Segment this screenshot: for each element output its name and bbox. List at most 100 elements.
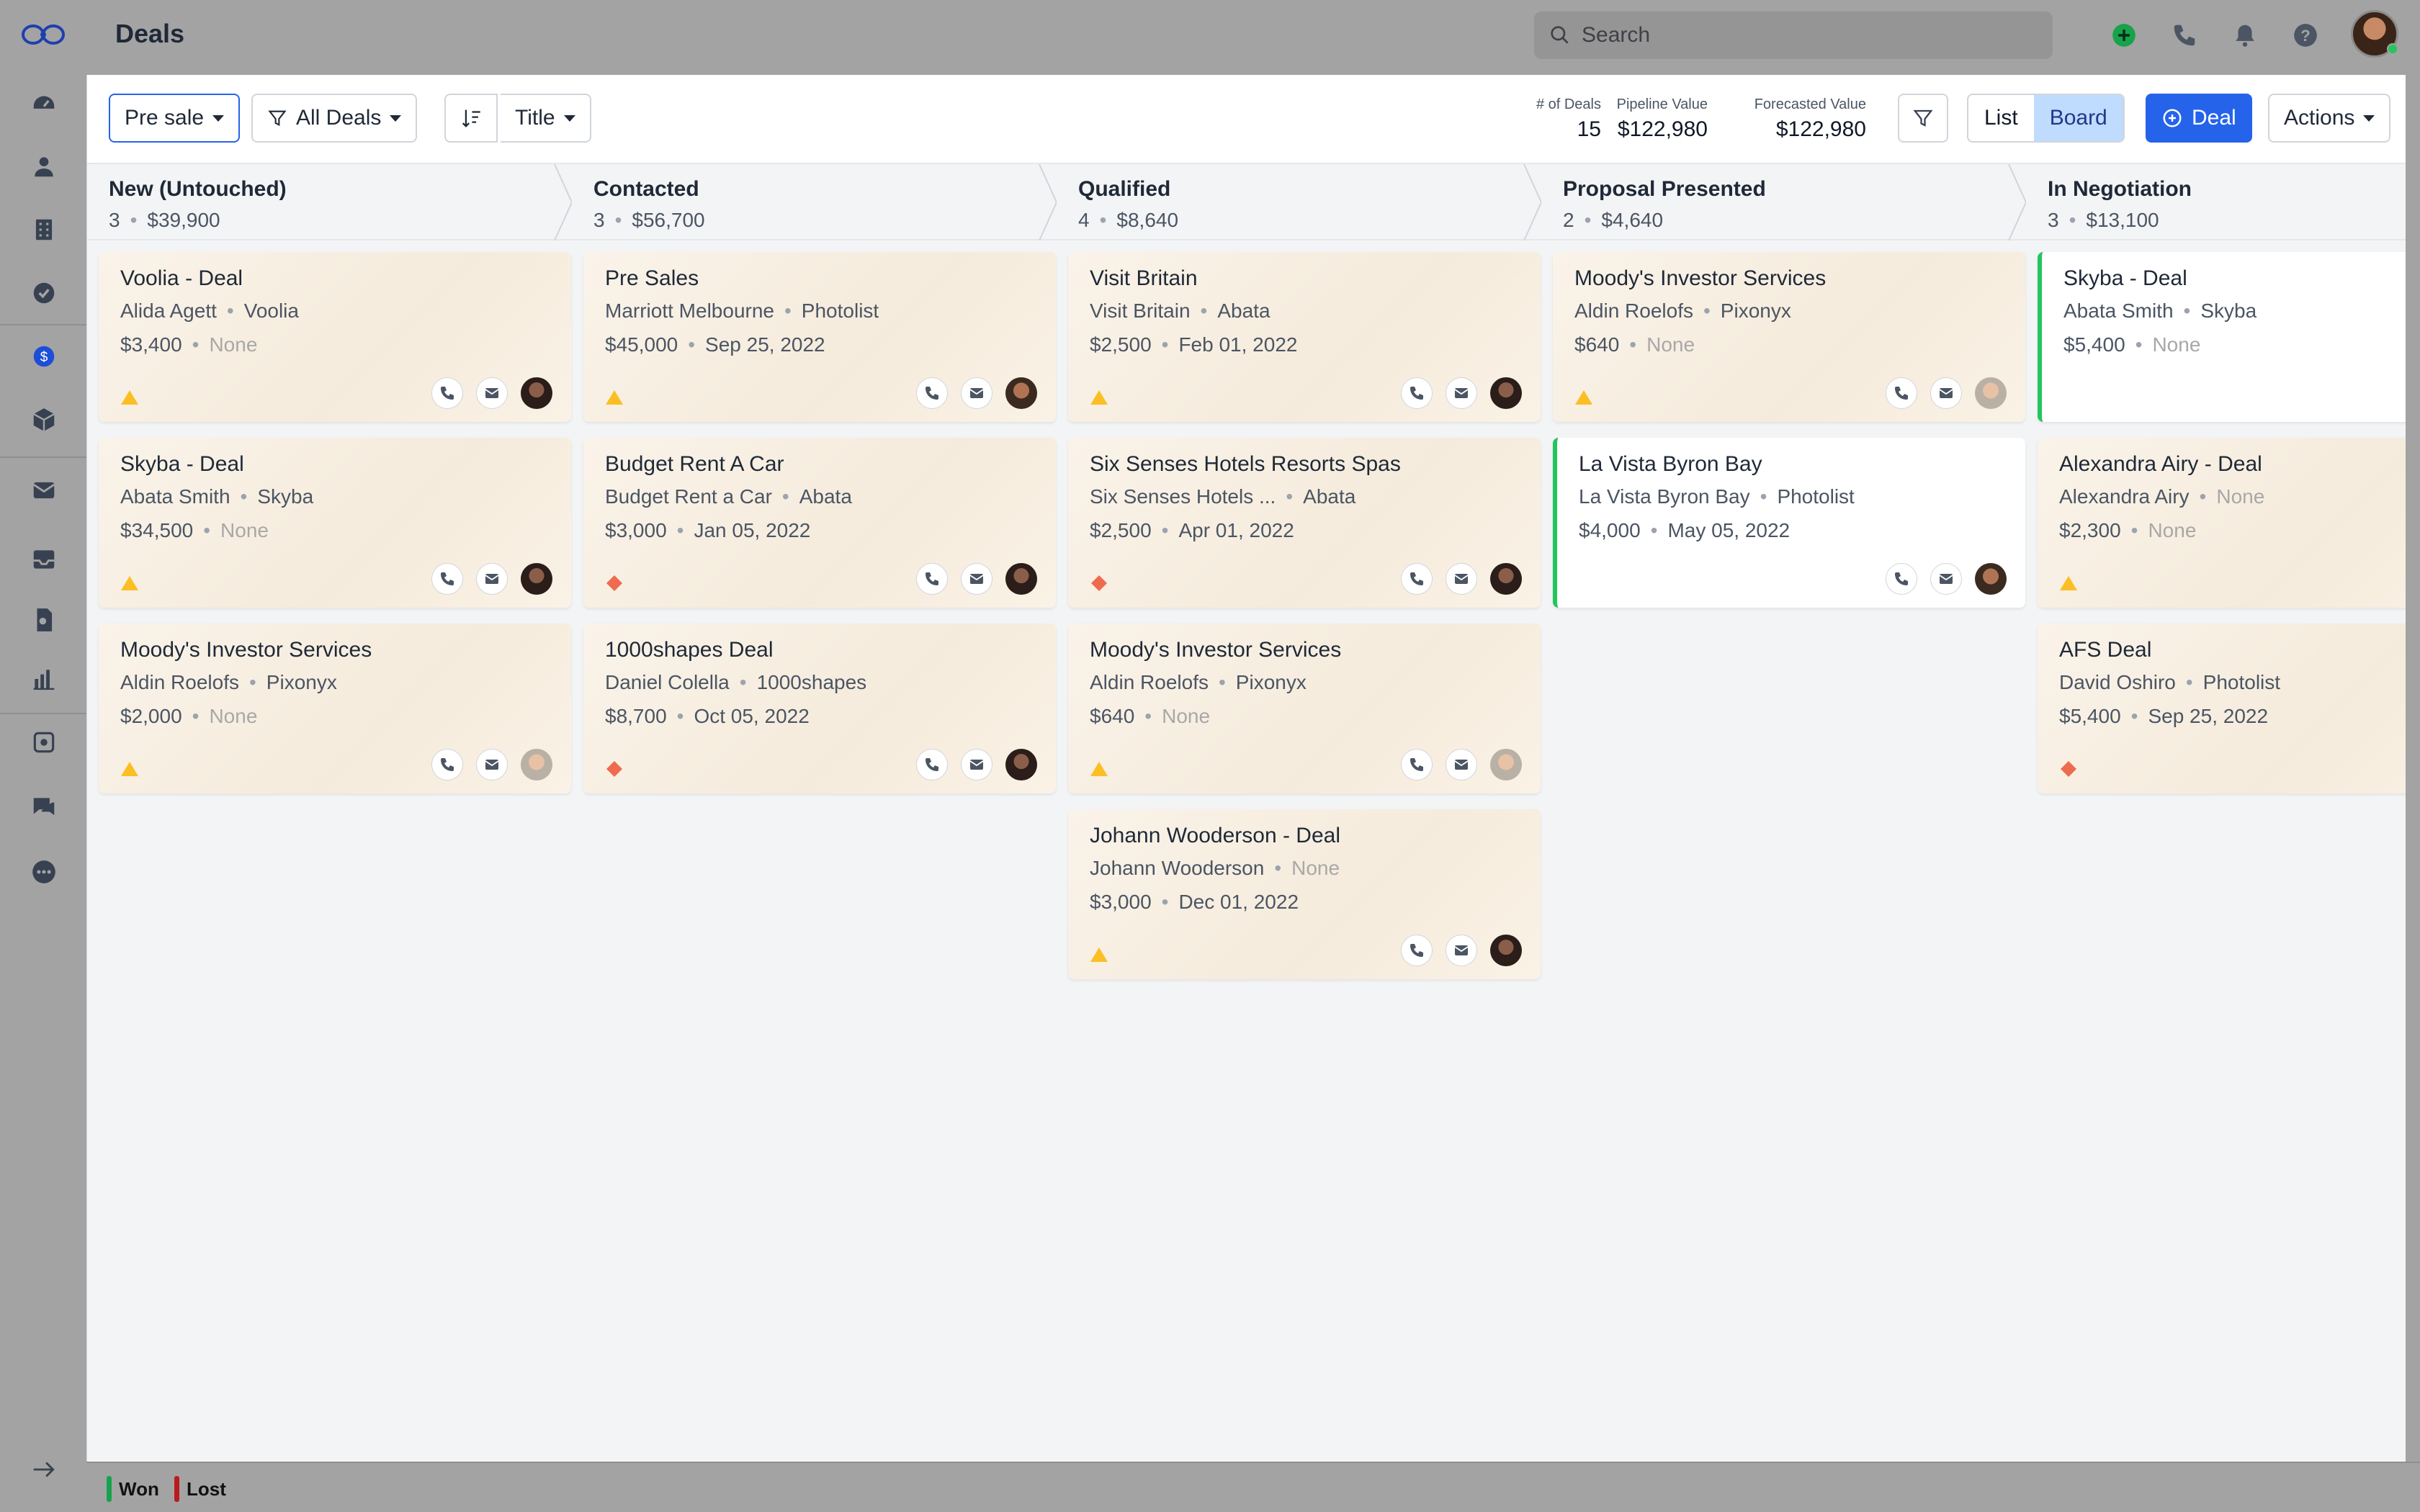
deal-company[interactable]: 1000shapes [757, 671, 867, 693]
call-icon[interactable] [916, 749, 948, 780]
sort-direction-button[interactable] [444, 94, 498, 143]
deal-company[interactable]: None [1291, 857, 1340, 879]
deal-person[interactable]: Abata Smith [120, 485, 230, 508]
deal-company[interactable]: None [2216, 485, 2264, 508]
deal-card[interactable]: Johann Wooderson - Deal Johann Wooderson… [1068, 809, 1541, 979]
deal-title[interactable]: Visit Britain [1090, 266, 1198, 291]
advanced-filter-button[interactable] [1898, 94, 1948, 143]
call-icon[interactable] [916, 563, 948, 595]
owner-avatar[interactable] [521, 749, 552, 780]
email-icon[interactable] [961, 563, 992, 595]
deal-title[interactable]: Moody's Investor Services [1090, 638, 1341, 662]
deal-title[interactable]: Six Senses Hotels Resorts Spas [1090, 452, 1401, 477]
deal-company[interactable]: Skyba [257, 485, 313, 508]
deal-person[interactable]: Marriott Melbourne [605, 300, 774, 322]
email-icon[interactable] [1930, 377, 1962, 409]
call-icon[interactable] [916, 377, 948, 409]
companies-icon[interactable] [26, 212, 62, 248]
deal-title[interactable]: Voolia - Deal [120, 266, 243, 291]
mail-icon[interactable] [26, 472, 62, 508]
deal-card[interactable]: AFS Deal David Oshiro • Photolist $5,400 • S… [2038, 624, 2420, 793]
deal-person[interactable]: Six Senses Hotels ... [1090, 485, 1276, 508]
deal-title[interactable]: Pre Sales [605, 266, 699, 291]
owner-avatar[interactable] [1005, 749, 1037, 780]
deal-company[interactable]: Abata [1217, 300, 1270, 322]
deal-person[interactable]: Alida Agett [120, 300, 217, 322]
tasks-icon[interactable] [26, 275, 62, 311]
add-deal-button[interactable]: Deal [2146, 94, 2252, 143]
email-icon[interactable] [961, 749, 992, 780]
deal-card[interactable]: Alexandra Airy - Deal Alexandra Airy • Non… [2038, 438, 2420, 608]
deal-card[interactable]: Six Senses Hotels Resorts Spas Six Sense… [1068, 438, 1541, 608]
deal-person[interactable]: Budget Rent a Car [605, 485, 772, 508]
actions-menu-button[interactable]: Actions [2268, 94, 2391, 143]
owner-avatar[interactable] [1975, 563, 2007, 595]
deal-card[interactable]: Skyba - Deal Abata Smith • Skyba $5,400 • No… [2038, 252, 2420, 422]
email-icon[interactable] [476, 377, 508, 409]
phone-icon[interactable] [2168, 19, 2201, 52]
deal-person[interactable]: La Vista Byron Bay [1579, 485, 1750, 508]
deal-title[interactable]: Alexandra Airy - Deal [2059, 452, 2262, 477]
contacts-icon[interactable] [26, 148, 62, 184]
owner-avatar[interactable] [1005, 377, 1037, 409]
deal-title[interactable]: La Vista Byron Bay [1579, 452, 1762, 477]
deal-company[interactable]: Photolist [1777, 485, 1854, 508]
documents-icon[interactable] [26, 602, 62, 638]
deal-person[interactable]: Visit Britain [1090, 300, 1191, 322]
deal-company[interactable]: Voolia [244, 300, 299, 322]
deal-person[interactable]: Aldin Roelofs [1574, 300, 1693, 322]
call-icon[interactable] [431, 377, 463, 409]
help-icon[interactable]: ? [2289, 19, 2322, 52]
owner-avatar[interactable] [1490, 377, 1522, 409]
email-icon[interactable] [1446, 377, 1477, 409]
deal-title[interactable]: 1000shapes Deal [605, 638, 774, 662]
call-icon[interactable] [1401, 377, 1433, 409]
owner-avatar[interactable] [1490, 749, 1522, 780]
call-icon[interactable] [1886, 563, 1917, 595]
deal-card[interactable]: 1000shapes Deal Daniel Colella • 1000shape… [583, 624, 1056, 793]
deal-company[interactable]: Photolist [2203, 671, 2280, 693]
deal-card[interactable]: Skyba - Deal Abata Smith • Skyba $34,500 • N… [99, 438, 571, 608]
notifications-icon[interactable] [2228, 19, 2262, 52]
deal-card[interactable]: Visit Britain Visit Britain • Abata $2,500… [1068, 252, 1541, 422]
expand-sidebar-icon[interactable] [26, 1452, 62, 1488]
deal-title[interactable]: Johann Wooderson - Deal [1090, 824, 1340, 848]
deal-card[interactable]: Budget Rent A Car Budget Rent a Car • Abat… [583, 438, 1056, 608]
products-icon[interactable] [26, 402, 62, 438]
deal-title[interactable]: Moody's Investor Services [1574, 266, 1826, 291]
email-icon[interactable] [961, 377, 992, 409]
more-icon[interactable] [26, 854, 62, 890]
owner-avatar[interactable] [521, 377, 552, 409]
deal-person[interactable]: Alexandra Airy [2059, 485, 2190, 508]
deal-person[interactable]: Abata Smith [2063, 300, 2174, 322]
deal-company[interactable]: Photolist [802, 300, 879, 322]
deal-card[interactable]: Moody's Investor Services Aldin Roelofs •… [1553, 252, 2025, 422]
owner-avatar[interactable] [1490, 935, 1522, 966]
deal-person[interactable]: David Oshiro [2059, 671, 2176, 693]
deal-card[interactable]: Voolia - Deal Alida Agett • Voolia $3,400 •… [99, 252, 571, 422]
owner-avatar[interactable] [1490, 563, 1522, 595]
deals-icon[interactable]: $ [26, 338, 62, 374]
deal-card[interactable]: Pre Sales Marriott Melbourne • Photolist $… [583, 252, 1056, 422]
deal-company[interactable]: Abata [1303, 485, 1355, 508]
deal-company[interactable]: Abata [799, 485, 852, 508]
app-logo-icon[interactable] [20, 22, 66, 48]
call-icon[interactable] [1886, 377, 1917, 409]
call-icon[interactable] [1401, 563, 1433, 595]
settings-icon[interactable] [26, 724, 62, 760]
deal-person[interactable]: Aldin Roelofs [1090, 671, 1209, 693]
reports-icon[interactable] [26, 661, 62, 697]
add-icon[interactable] [2107, 19, 2141, 52]
deal-title[interactable]: Moody's Investor Services [120, 638, 372, 662]
owner-avatar[interactable] [1005, 563, 1037, 595]
deal-card[interactable]: Moody's Investor Services Aldin Roelofs •… [99, 624, 571, 793]
email-icon[interactable] [476, 563, 508, 595]
owner-avatar[interactable] [1975, 377, 2007, 409]
inbox-icon[interactable] [26, 541, 62, 577]
dashboard-icon[interactable] [26, 85, 62, 121]
deal-company[interactable]: Pixonyx [1236, 671, 1307, 693]
search-input[interactable]: Search [1534, 12, 2053, 59]
list-view-button[interactable]: List [1968, 95, 2034, 141]
deal-title[interactable]: Budget Rent A Car [605, 452, 784, 477]
call-icon[interactable] [1401, 935, 1433, 966]
